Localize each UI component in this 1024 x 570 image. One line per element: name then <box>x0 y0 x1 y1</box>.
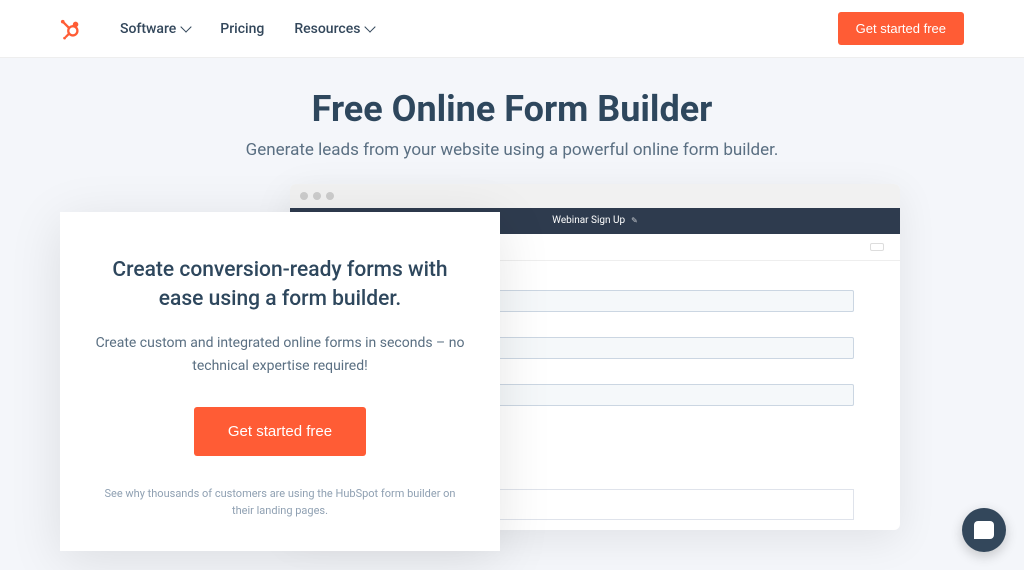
hero-section: Free Online Form Builder Generate leads … <box>0 58 1024 184</box>
nav-label: Software <box>120 21 176 37</box>
card-footnote: See why thousands of customers are using… <box>100 486 460 519</box>
mock-form-title: Webinar Sign Up <box>552 215 625 226</box>
hero-title: Free Online Form Builder <box>0 88 1024 130</box>
nav-item-pricing[interactable]: Pricing <box>220 21 264 37</box>
nav-item-software[interactable]: Software <box>120 21 190 37</box>
header-left-group: Software Pricing Resources <box>60 18 374 40</box>
hubspot-logo[interactable] <box>60 18 82 40</box>
chat-icon <box>974 521 994 539</box>
header-cta-button[interactable]: Get started free <box>838 12 964 45</box>
main-header: Software Pricing Resources Get started f… <box>0 0 1024 58</box>
window-dot-icon <box>313 192 321 200</box>
browser-controls <box>290 184 900 208</box>
nav-label: Resources <box>294 21 360 37</box>
hero-subtitle: Generate leads from your website using a… <box>232 138 792 164</box>
card-title: Create conversion-ready forms with ease … <box>94 256 466 315</box>
chevron-down-icon <box>181 21 192 32</box>
primary-nav: Software Pricing Resources <box>120 21 374 37</box>
chevron-down-icon <box>365 21 376 32</box>
card-cta-button[interactable]: Get started free <box>194 407 366 456</box>
nav-label: Pricing <box>220 21 264 37</box>
pencil-icon: ✎ <box>631 216 638 225</box>
mock-action-button <box>870 243 884 251</box>
card-description: Create custom and integrated online form… <box>94 332 466 377</box>
window-dot-icon <box>300 192 308 200</box>
feature-card: Create conversion-ready forms with ease … <box>60 212 500 552</box>
window-dot-icon <box>326 192 334 200</box>
nav-item-resources[interactable]: Resources <box>294 21 374 37</box>
chat-widget-button[interactable] <box>962 508 1006 552</box>
